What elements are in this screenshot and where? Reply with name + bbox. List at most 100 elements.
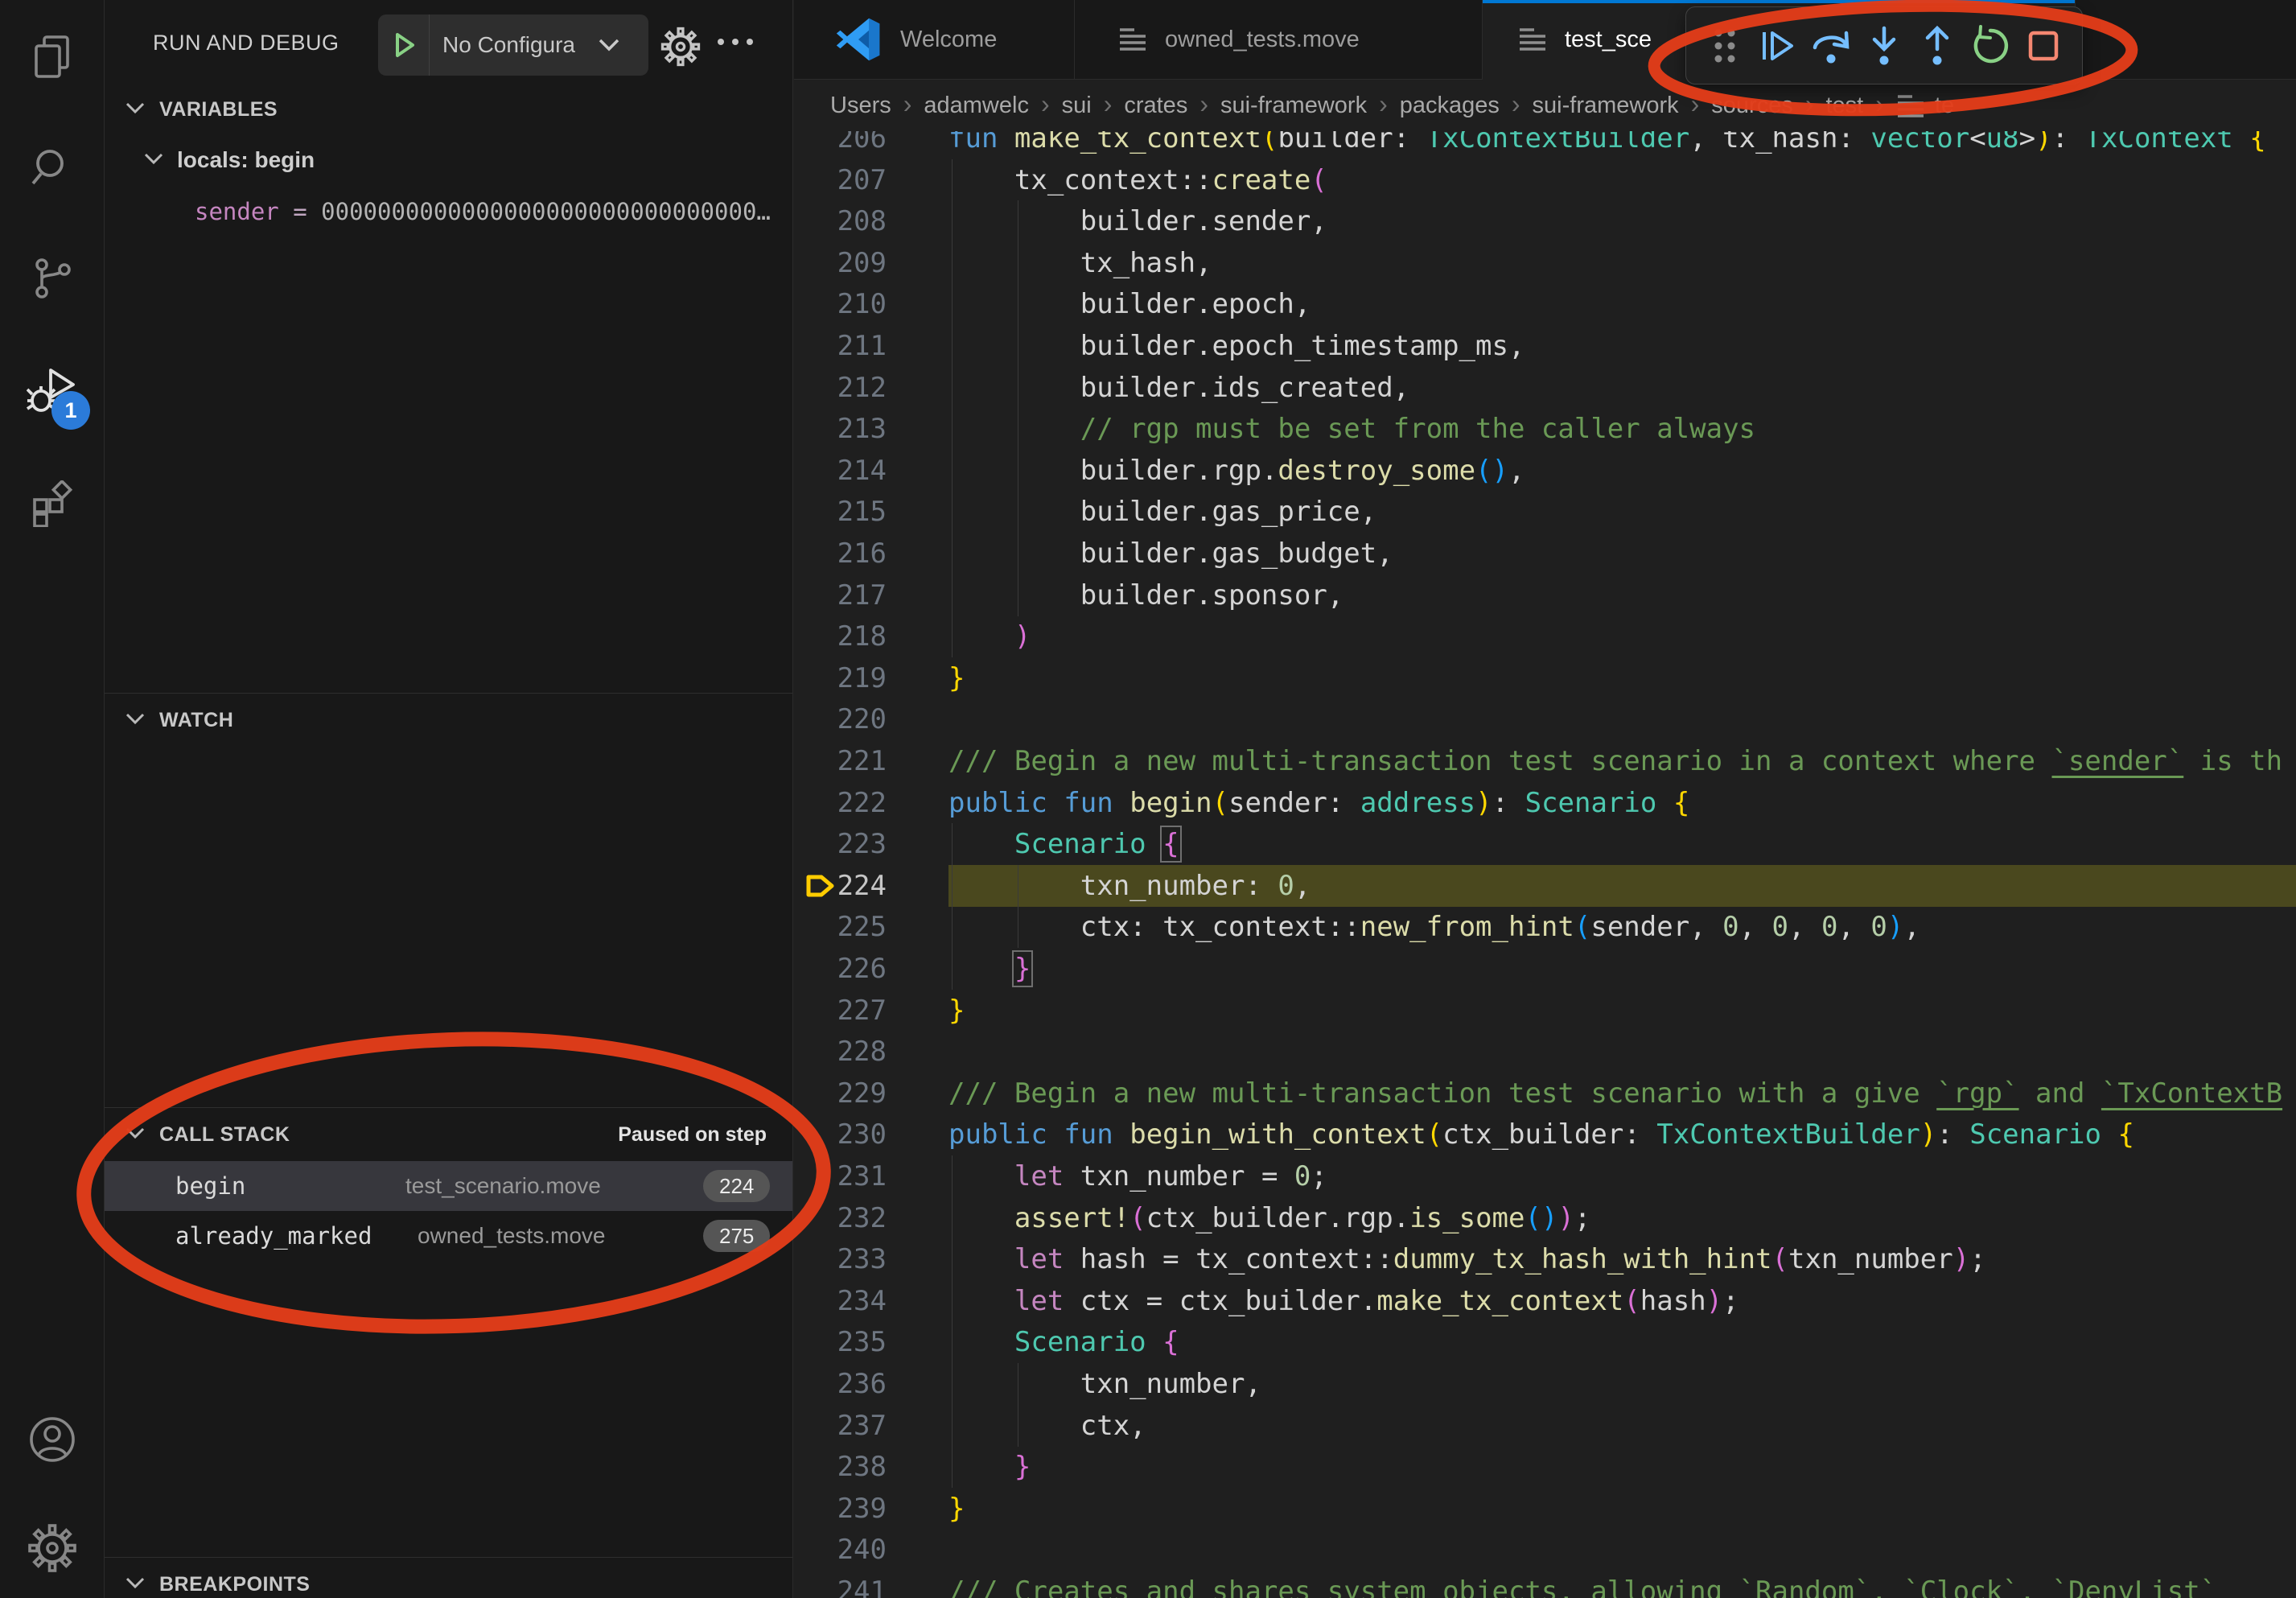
code-line-239: 239}	[794, 1488, 2296, 1530]
call-stack-section-header[interactable]: CALL STACK Paused on step	[105, 1114, 792, 1155]
line-number: 214	[794, 450, 887, 492]
debug-settings-gear-icon[interactable]	[660, 27, 701, 71]
tab-owned-tests-move[interactable]: owned_tests.move	[1075, 0, 1483, 79]
line-number: 231	[794, 1155, 887, 1197]
code-line-223: 223 Scenario {	[794, 823, 2296, 865]
code-line-215: 215 builder.gas_price,	[794, 491, 2296, 533]
breadcrumb-separator-icon: ›	[1875, 89, 1884, 119]
code-line-212: 212 builder.ids_created,	[794, 367, 2296, 409]
explorer-icon[interactable]	[27, 31, 78, 82]
account-icon[interactable]	[27, 1414, 78, 1465]
code-line-209: 209 tx_hash,	[794, 242, 2296, 284]
step-out-button[interactable]	[1915, 23, 1960, 68]
source-control-icon[interactable]	[27, 253, 78, 304]
code-text: ctx,	[948, 1405, 1146, 1447]
start-debug-icon[interactable]	[378, 14, 430, 76]
line-number: 229	[794, 1073, 887, 1114]
variables-section-header[interactable]: VARIABLES	[105, 89, 792, 130]
code-line-236: 236 txn_number,	[794, 1363, 2296, 1405]
line-number: 237	[794, 1405, 887, 1447]
drag-handle-icon[interactable]	[1702, 23, 1747, 68]
debug-config-dropdown[interactable]: No Configura	[378, 14, 648, 76]
line-number: 221	[794, 740, 887, 782]
code-line-216: 216 builder.gas_budget,	[794, 533, 2296, 575]
frame-file: test_scenario.move	[405, 1173, 601, 1199]
tab-label: Welcome	[900, 27, 997, 53]
breadcrumb-item[interactable]: Users	[830, 93, 891, 119]
code-text: Scenario {	[948, 1321, 1179, 1363]
code-line-233: 233 let hash = tx_context::dummy_tx_hash…	[794, 1238, 2296, 1280]
line-number: 223	[794, 823, 887, 865]
code-line-228: 228	[794, 1031, 2296, 1073]
line-number: 217	[794, 575, 887, 616]
code-text: }	[948, 948, 1031, 990]
code-line-210: 210 builder.epoch,	[794, 283, 2296, 325]
more-actions-icon[interactable]	[718, 39, 753, 45]
breadcrumb-separator-icon: ›	[1691, 89, 1700, 119]
breadcrumb-file[interactable]: te	[1896, 93, 1954, 119]
code-text: // rgp must be set from the caller alway…	[948, 408, 1755, 450]
code-text: tx_hash,	[948, 242, 1212, 284]
extensions-icon[interactable]	[27, 478, 78, 529]
chevron-down-icon	[125, 101, 146, 118]
code-line-240: 240	[794, 1529, 2296, 1571]
line-number: 219	[794, 657, 887, 699]
continue-button[interactable]	[1755, 23, 1800, 68]
code-line-234: 234 let ctx = ctx_builder.make_tx_contex…	[794, 1280, 2296, 1322]
breadcrumb-item[interactable]: sources	[1711, 93, 1793, 119]
settings-gear-icon[interactable]	[27, 1522, 78, 1574]
code-text: let ctx = ctx_builder.make_tx_context(ha…	[948, 1280, 1739, 1322]
breadcrumb-item[interactable]: packages	[1400, 93, 1500, 119]
code-line-207: 207 tx_context::create(	[794, 159, 2296, 201]
call-stack-frame-already_marked[interactable]: already_markedowned_tests.move275	[105, 1211, 792, 1261]
code-text: txn_number,	[948, 1363, 1261, 1405]
breakpoints-section-header[interactable]: BREAKPOINTS	[105, 1563, 792, 1598]
sidebar-title: RUN AND DEBUG	[153, 31, 339, 56]
code-line-226: 226 }	[794, 948, 2296, 990]
debug-count-badge: 1	[51, 391, 90, 430]
step-over-button[interactable]	[1808, 23, 1854, 68]
code-text: txn_number: 0,	[948, 865, 1311, 907]
watch-section-header[interactable]: WATCH	[105, 699, 792, 741]
frame-name: begin	[175, 1172, 245, 1200]
line-number: 210	[794, 283, 887, 325]
breadcrumb: Users › adamwelc › sui › crates › sui-framework ›…	[794, 80, 2296, 131]
run-and-debug-sidebar: RUN AND DEBUG No Configura	[105, 0, 793, 1598]
frame-name: already_marked	[175, 1222, 372, 1250]
code-text: assert!(ctx_builder.rgp.is_some());	[948, 1197, 1590, 1239]
breadcrumb-separator-icon: ›	[1104, 89, 1113, 119]
line-number: 232	[794, 1197, 887, 1239]
code-text: public fun begin_with_context(ctx_builde…	[948, 1114, 2134, 1155]
breadcrumb-item[interactable]: test	[1826, 93, 1864, 119]
search-icon[interactable]	[27, 142, 78, 194]
breadcrumb-item[interactable]: sui	[1062, 93, 1092, 119]
line-number: 238	[794, 1446, 887, 1488]
breadcrumb-item[interactable]: crates	[1124, 93, 1187, 119]
tab-welcome[interactable]: Welcome	[794, 0, 1075, 79]
breadcrumb-separator-icon: ›	[1512, 89, 1520, 119]
line-number: 239	[794, 1488, 887, 1530]
code-text: public fun begin(sender: address): Scena…	[948, 782, 1689, 824]
code-line-230: 230public fun begin_with_context(ctx_bui…	[794, 1114, 2296, 1155]
variable-row-sender[interactable]: sender = 0000000000000000000000000000000…	[195, 191, 771, 233]
tab-label: test_sce	[1565, 27, 1652, 53]
code-line-220: 220	[794, 698, 2296, 740]
step-into-button[interactable]	[1862, 23, 1907, 68]
code-editor[interactable]: 206fun make_tx_context(builder: TxContex…	[794, 0, 2296, 1598]
restart-button[interactable]	[1968, 23, 2013, 68]
code-text: Scenario {	[948, 823, 1179, 865]
line-number: 228	[794, 1031, 887, 1073]
breadcrumb-separator-icon: ›	[1199, 89, 1208, 119]
code-line-211: 211 builder.epoch_timestamp_ms,	[794, 325, 2296, 367]
call-stack-frame-begin[interactable]: begintest_scenario.move224	[105, 1161, 792, 1211]
stop-button[interactable]	[2021, 23, 2066, 68]
breadcrumb-item[interactable]: sui-framework	[1220, 93, 1367, 119]
breadcrumb-item[interactable]: sui-framework	[1533, 93, 1679, 119]
code-text: }	[948, 990, 965, 1032]
variables-scope-row[interactable]: locals: begin	[105, 139, 792, 181]
line-number: 225	[794, 906, 887, 948]
code-text: }	[948, 657, 965, 699]
breadcrumb-item[interactable]: adamwelc	[924, 93, 1029, 119]
chevron-down-icon	[125, 712, 146, 729]
code-text: )	[948, 616, 1031, 657]
